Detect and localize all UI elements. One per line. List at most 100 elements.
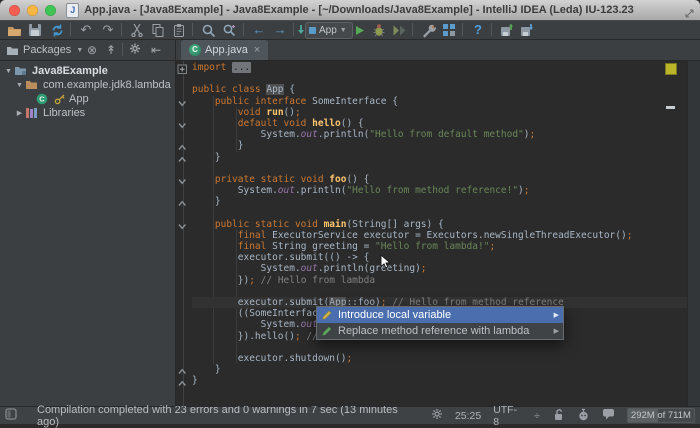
notification-bubble-icon[interactable]: [602, 408, 615, 423]
chevron-down-icon[interactable]: ▼: [3, 68, 14, 75]
code-line[interactable]: }: [192, 140, 688, 151]
debug-icon[interactable]: [371, 22, 387, 38]
code-line[interactable]: public class App {: [192, 84, 688, 95]
tree-node-label: com.example.jdk8.lambda: [43, 79, 171, 91]
code-line[interactable]: private static void foo() {: [192, 174, 688, 185]
readonly-lock-icon[interactable]: [552, 408, 565, 424]
synchronize-icon[interactable]: [49, 22, 65, 38]
code-line[interactable]: public static void main(String[] args) {: [192, 219, 688, 230]
chevron-right-icon[interactable]: ▶: [14, 109, 25, 117]
toggle-toolwindows-icon[interactable]: [5, 408, 17, 423]
code-line[interactable]: import ...: [192, 62, 688, 73]
submenu-arrow-icon: ▶: [554, 311, 559, 319]
code-line[interactable]: [192, 207, 688, 218]
inspection-status-indicator[interactable]: [665, 63, 677, 75]
fold-marker-down-icon[interactable]: [177, 96, 189, 107]
tab-app-java[interactable]: C App.java ×: [181, 40, 268, 60]
code-line[interactable]: System.out.println("Hello from method re…: [192, 185, 688, 196]
paste-icon[interactable]: [171, 22, 187, 38]
code-line[interactable]: default void hello() {: [192, 118, 688, 129]
fold-marker-up-icon[interactable]: [177, 152, 189, 163]
redo-icon[interactable]: ↷: [100, 22, 116, 38]
tree-node-app[interactable]: CApp: [0, 92, 175, 106]
fold-marker-plus-icon[interactable]: [177, 62, 189, 73]
title-bar: J App.java - [Java8Example] - Java8Examp…: [0, 0, 700, 21]
stripe-mark[interactable]: [666, 106, 675, 109]
replace-icon[interactable]: [221, 22, 237, 38]
cut-icon[interactable]: [129, 22, 145, 38]
close-window-button[interactable]: [9, 5, 20, 16]
chevron-down-icon[interactable]: ▼: [14, 82, 25, 89]
error-stripe-scrollbar[interactable]: [687, 61, 700, 406]
code-line[interactable]: final ExecutorService executor = Executo…: [192, 230, 688, 241]
undo-icon[interactable]: ↶: [78, 22, 94, 38]
background-tasks-gear-icon[interactable]: [431, 408, 443, 423]
hide-panel-icon[interactable]: ⇤: [148, 42, 164, 58]
project-structure-icon[interactable]: [441, 22, 457, 38]
run-with-coverage-icon[interactable]: [391, 22, 407, 38]
code-line[interactable]: executor.shutdown();: [192, 353, 688, 364]
view-options-gear-icon[interactable]: [127, 42, 143, 58]
memory-indicator[interactable]: 292M of 711M: [627, 408, 695, 423]
tree-node-libraries[interactable]: ▶Libraries: [0, 106, 175, 120]
run-icon[interactable]: [351, 22, 367, 38]
code-line[interactable]: [192, 286, 688, 297]
run-config-app-icon: [309, 27, 316, 34]
packages-dropdown-arrow-icon[interactable]: ▼: [76, 47, 83, 54]
locate-icon[interactable]: ⊗: [84, 42, 100, 58]
status-bar: Compilation completed with 23 errors and…: [0, 406, 700, 424]
libraries-icon: [25, 107, 40, 119]
code-line[interactable]: public interface SomeInterface {: [192, 96, 688, 107]
import-settings-icon[interactable]: [519, 22, 535, 38]
memory-label: 292M of 711M: [631, 410, 691, 421]
help-icon[interactable]: ?: [470, 22, 486, 38]
mouse-cursor: [380, 254, 392, 275]
fold-marker-up-icon[interactable]: [177, 376, 189, 387]
editor-gutter[interactable]: [176, 61, 191, 406]
open-file-icon[interactable]: [6, 22, 22, 38]
code-line[interactable]: }: [192, 152, 688, 163]
collapse-all-icon[interactable]: ↟: [103, 42, 119, 58]
fold-marker-down-icon[interactable]: [177, 174, 189, 185]
code-line[interactable]: void run();: [192, 107, 688, 118]
project-view-mode-select[interactable]: Packages: [23, 44, 71, 56]
fold-marker-down-icon[interactable]: [177, 219, 189, 230]
code-line[interactable]: }: [192, 196, 688, 207]
intention-action-item[interactable]: Introduce local variable▶: [317, 307, 563, 323]
fold-marker-up-icon[interactable]: [177, 364, 189, 375]
main-area: ▼Java8Example▼com.example.jdk8.lambdaCAp…: [0, 61, 700, 406]
tree-node-java8example[interactable]: ▼Java8Example: [0, 64, 175, 78]
fold-marker-up-icon[interactable]: [177, 140, 189, 151]
code-line[interactable]: [192, 342, 688, 353]
find-icon[interactable]: [200, 22, 216, 38]
back-icon[interactable]: ←: [251, 22, 267, 38]
fold-marker-up-icon[interactable]: [177, 196, 189, 207]
code-line[interactable]: System.out.println("Hello from default m…: [192, 129, 688, 140]
fold-marker-down-icon[interactable]: [177, 118, 189, 129]
copy-icon[interactable]: [150, 22, 166, 38]
intention-action-item[interactable]: Replace method reference with lambda▶: [317, 323, 563, 339]
minimize-window-button[interactable]: [27, 5, 38, 16]
run-configuration-select[interactable]: App ▼: [305, 22, 353, 39]
forward-icon[interactable]: →: [272, 22, 288, 38]
tab-close-icon[interactable]: ×: [254, 44, 260, 56]
project-icon: [14, 65, 29, 77]
save-all-icon[interactable]: [27, 22, 43, 38]
code-editor[interactable]: import ... public class App { public inte…: [176, 61, 700, 406]
zoom-window-button[interactable]: [45, 5, 56, 16]
code-line[interactable]: }: [192, 375, 688, 386]
hector-inspections-icon[interactable]: [577, 408, 590, 424]
settings-icon[interactable]: [420, 22, 436, 38]
code-text[interactable]: import ... public class App { public inte…: [192, 61, 688, 406]
export-settings-icon[interactable]: [499, 22, 515, 38]
code-line[interactable]: final String greeting = "Hello from lamb…: [192, 241, 688, 252]
encoding-widget[interactable]: UTF-8: [493, 404, 522, 428]
project-tool-window[interactable]: ▼Java8Example▼com.example.jdk8.lambdaCAp…: [0, 61, 176, 406]
code-line[interactable]: }: [192, 364, 688, 375]
code-line[interactable]: [192, 163, 688, 174]
code-line[interactable]: System.out.println(greeting);: [192, 263, 688, 274]
code-line[interactable]: [192, 73, 688, 84]
tree-node-com-example-jdk8-lambda[interactable]: ▼ com.example.jdk8.lambda: [0, 78, 175, 92]
code-line[interactable]: executor.submit(() -> {: [192, 252, 688, 263]
code-line[interactable]: }); // Hello from lambda: [192, 275, 688, 286]
